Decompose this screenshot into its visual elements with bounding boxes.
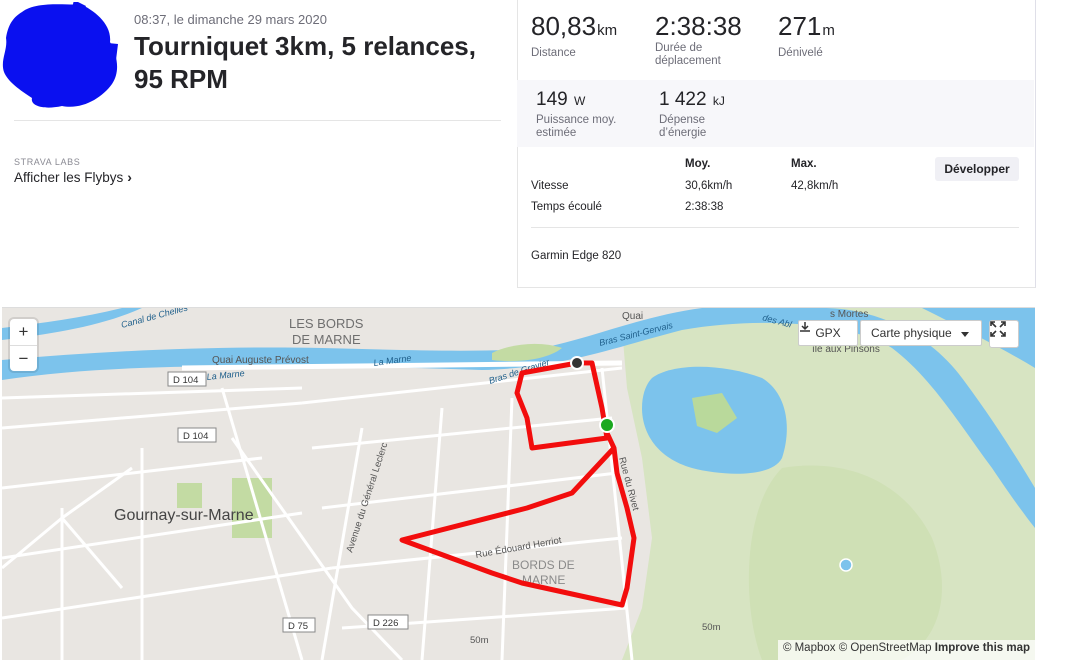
gpx-download-button[interactable]: GPX bbox=[798, 320, 858, 346]
divider bbox=[14, 120, 501, 121]
road-shield: D 75 bbox=[288, 621, 308, 632]
activity-header: 08:37, le dimanche 29 mars 2020 Tourniqu… bbox=[0, 0, 518, 287]
attribution-text[interactable]: © Mapbox © OpenStreetMap bbox=[783, 642, 932, 654]
stat-moving-time: 2:38:38 Durée de déplacement bbox=[655, 12, 755, 68]
expand-button[interactable]: Développer bbox=[935, 157, 1019, 181]
activity-date: 08:37, le dimanche 29 mars 2020 bbox=[134, 12, 327, 27]
contour-label: 50m bbox=[702, 622, 721, 633]
row-speed-avg: 30,6km/h bbox=[685, 180, 733, 192]
device-name: Garmin Edge 820 bbox=[531, 250, 622, 262]
chevron-right-icon: › bbox=[127, 169, 132, 185]
download-icon bbox=[800, 322, 810, 332]
distance-label: Distance bbox=[531, 47, 576, 59]
road-shield: D 104 bbox=[183, 431, 208, 442]
activity-title: Tourniquet 3km, 5 relances, 95 RPM bbox=[134, 31, 476, 94]
map-type-value: Carte physique bbox=[871, 326, 952, 340]
town-label: Gournay-sur-Marne bbox=[114, 507, 254, 524]
moving-time-label: Durée de déplacement bbox=[655, 42, 721, 67]
elevation-value: 271 bbox=[778, 11, 822, 41]
distance-unit: km bbox=[597, 22, 618, 39]
road-shield: D 104 bbox=[173, 375, 198, 386]
moving-time-value: 2:38:38 bbox=[655, 11, 742, 41]
stat-elevation: 271m Dénivelé bbox=[778, 12, 835, 60]
divider bbox=[531, 227, 1019, 228]
finish-flag-icon bbox=[570, 356, 584, 370]
stat-energy: 1 422 kJ Dépense d’énergie bbox=[659, 89, 739, 140]
improve-map-link[interactable]: Improve this map bbox=[935, 642, 1030, 654]
expand-icon bbox=[990, 321, 1006, 337]
road-shield: D 226 bbox=[373, 618, 398, 629]
map-label: LES BORDS bbox=[289, 316, 364, 331]
zoom-control: + − bbox=[10, 319, 37, 371]
map-label: DE MARNE bbox=[292, 332, 361, 347]
row-speed-max: 42,8km/h bbox=[791, 180, 839, 192]
strava-labs-label: STRAVA LABS bbox=[14, 157, 81, 167]
power-value: 149 bbox=[536, 89, 568, 110]
map-label: BORDS DE bbox=[512, 558, 575, 572]
stat-distance: 80,83km Distance bbox=[531, 12, 617, 60]
row-elapsed-avg: 2:38:38 bbox=[685, 201, 724, 213]
zoom-out-button[interactable]: − bbox=[10, 345, 37, 371]
caret-down-icon bbox=[961, 332, 969, 337]
contour-label: 50m bbox=[470, 635, 489, 646]
map-label: s Mortes bbox=[830, 309, 868, 320]
map-label: Quai Auguste Prévost bbox=[212, 355, 309, 366]
map-label: Quai bbox=[622, 311, 643, 322]
athlete-avatar[interactable] bbox=[2, 2, 120, 112]
distance-value: 80,83 bbox=[531, 11, 597, 41]
col-header-avg: Moy. bbox=[685, 158, 711, 170]
power-unit: W bbox=[573, 94, 586, 108]
col-header-max: Max. bbox=[791, 158, 817, 170]
zoom-in-button[interactable]: + bbox=[10, 319, 37, 345]
flyby-link-label: Afficher les Flybys bbox=[14, 170, 124, 185]
energy-label: Dépense d’énergie bbox=[659, 114, 707, 139]
fullscreen-button[interactable] bbox=[989, 320, 1019, 348]
elevation-label: Dénivelé bbox=[778, 47, 823, 59]
start-marker-icon bbox=[599, 417, 615, 433]
gpx-label: GPX bbox=[815, 326, 841, 340]
flyby-link[interactable]: Afficher les Flybys › bbox=[14, 169, 132, 185]
power-label: Puissance moy. estimée bbox=[536, 114, 617, 139]
map-attribution: © Mapbox © OpenStreetMap Improve this ma… bbox=[777, 640, 1035, 660]
stat-power: 149 W Puissance moy. estimée bbox=[536, 89, 636, 140]
row-elapsed-label: Temps écoulé bbox=[531, 201, 602, 213]
map-canvas[interactable]: LES BORDS DE MARNE Quai Auguste Prévost … bbox=[2, 308, 1035, 660]
energy-unit: kJ bbox=[712, 94, 725, 108]
row-speed-label: Vitesse bbox=[531, 180, 569, 192]
elevation-unit: m bbox=[822, 22, 835, 39]
map-type-select[interactable]: Carte physique bbox=[860, 320, 982, 346]
energy-value: 1 422 bbox=[659, 89, 707, 110]
route-map[interactable]: LES BORDS DE MARNE Quai Auguste Prévost … bbox=[2, 307, 1035, 660]
